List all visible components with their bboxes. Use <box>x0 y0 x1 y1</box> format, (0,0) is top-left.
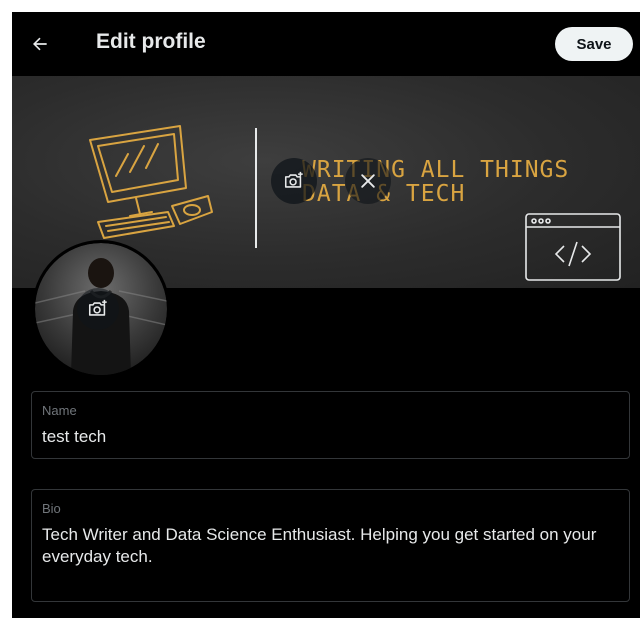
close-icon <box>361 174 375 188</box>
banner-remove-photo-button[interactable] <box>345 158 391 204</box>
name-field-label: Name <box>42 403 77 418</box>
name-field[interactable]: Name test tech <box>31 391 630 459</box>
name-field-value[interactable]: test tech <box>42 426 615 448</box>
bio-field-value[interactable]: Tech Writer and Data Science Enthusiast.… <box>42 524 615 568</box>
bio-field-label: Bio <box>42 501 61 516</box>
add-photo-icon <box>284 171 303 188</box>
banner-text-line-1: WRITING ALL THINGS <box>302 157 570 183</box>
edit-profile-dialog: Edit profile Save WRITING ALL THINGS DAT… <box>12 12 640 618</box>
back-button[interactable] <box>24 28 56 60</box>
add-photo-icon <box>88 299 107 316</box>
dialog-header: Edit profile Save <box>12 12 640 76</box>
save-button[interactable]: Save <box>555 27 633 61</box>
arrow-left-icon <box>33 37 47 51</box>
avatar-add-photo-button[interactable] <box>77 288 119 330</box>
banner-add-photo-button[interactable] <box>271 158 317 204</box>
banner-text: WRITING ALL THINGS DATA & TECH <box>302 158 569 206</box>
bio-field[interactable]: Bio Tech Writer and Data Science Enthusi… <box>31 489 630 602</box>
page-title: Edit profile <box>96 30 206 53</box>
